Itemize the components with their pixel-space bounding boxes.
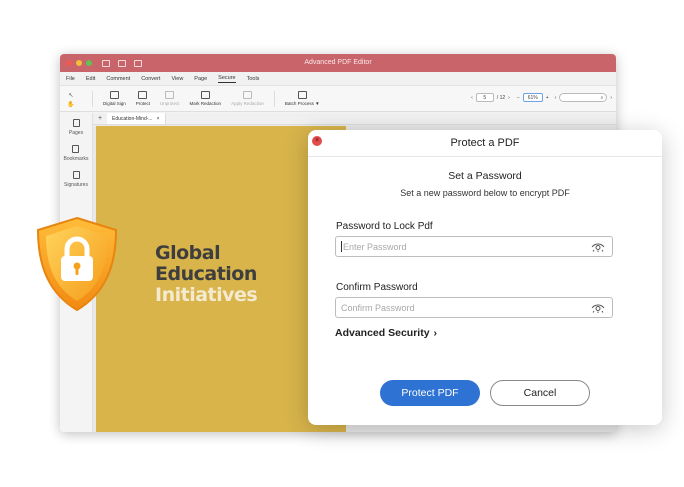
document-title-line: Initiatives [155, 284, 258, 306]
set-password-heading: Set a Password [448, 170, 522, 182]
document-tab[interactable]: Education-Mind-... × [107, 113, 166, 124]
add-tab-icon[interactable]: + [95, 115, 105, 122]
previous-page-icon[interactable]: ‹ [471, 95, 473, 101]
dialog-header: × Protect a PDF [308, 130, 662, 157]
password-input[interactable] [343, 241, 583, 252]
stage: Advanced PDF Editor File Edit Comment Co… [0, 0, 684, 487]
mark-redaction-button[interactable]: Mark Redaction [189, 91, 222, 106]
password-label: Password to Lock Pdf [336, 221, 433, 232]
hand-tool-icon[interactable]: ✋ [67, 101, 74, 108]
menu-convert[interactable]: Convert [141, 76, 160, 82]
close-dialog-button[interactable]: × [312, 136, 322, 146]
document-tab-label: Education-Mind-... [112, 115, 153, 122]
protect-pdf-dialog: × Protect a PDF Set a Password Set a new… [308, 130, 662, 425]
page-navigation: ‹ 5 / 12 › − 61% + ‹ ⌕ › [471, 93, 612, 102]
panel-left-icon[interactable]: ‹ [555, 95, 557, 101]
close-tab-icon[interactable]: × [157, 116, 160, 122]
digital-sign-button[interactable]: Digital Sign [103, 91, 126, 106]
protect-label: Protect [135, 101, 151, 106]
document-title-line: Education [155, 263, 257, 285]
digital-sign-icon [109, 91, 119, 99]
zoom-in-icon[interactable]: + [546, 95, 549, 101]
set-password-subheading: Set a new password below to encrypt PDF [400, 188, 570, 198]
unlock-icon [165, 91, 175, 99]
unprotect-label: Unprotect [160, 101, 180, 106]
mark-redaction-icon [200, 91, 210, 99]
protect-pdf-button[interactable]: Protect PDF [380, 380, 480, 406]
bookmark-icon [72, 145, 80, 153]
menu-page[interactable]: Page [194, 76, 207, 82]
shield-lock-icon [36, 216, 118, 312]
apply-redaction-icon [242, 91, 252, 99]
menu-file[interactable]: File [66, 76, 75, 82]
menu-view[interactable]: View [171, 76, 183, 82]
window-title: Advanced PDF Editor [304, 59, 372, 66]
page-number-input[interactable]: 5 [475, 93, 494, 102]
select-cursor-icon[interactable]: ↖ [68, 92, 73, 99]
zoom-out-icon[interactable]: − [517, 95, 520, 101]
confirm-password-field[interactable] [335, 297, 613, 318]
unprotect-button[interactable]: Unprotect [160, 91, 180, 106]
menu-tools[interactable]: Tools [247, 76, 260, 82]
batch-process-icon [297, 91, 307, 99]
confirm-password-label: Confirm Password [336, 282, 418, 293]
lock-icon [138, 91, 148, 99]
sidebar-item-pages[interactable]: Pages [69, 119, 83, 136]
menu-secure[interactable]: Secure [218, 75, 236, 83]
hide-password-icon[interactable] [591, 242, 605, 252]
password-field[interactable] [335, 236, 613, 257]
document-title-line: Global [155, 242, 221, 264]
document-tabs: + Education-Mind-... × [93, 113, 616, 125]
confirm-password-input[interactable] [341, 302, 581, 313]
apply-redaction-label: Apply Redaction [231, 101, 264, 106]
batch-process-label: Batch Process ▼ [284, 101, 320, 106]
toolbar: ↖ ✋ Digital Sign Protect Unprotect Mark … [60, 86, 616, 112]
advanced-security-label: Advanced Security [335, 327, 430, 339]
title-bar: Advanced PDF Editor [60, 54, 616, 72]
sidebar-item-label: Bookmarks [63, 156, 89, 162]
next-page-icon[interactable]: › [508, 95, 510, 101]
search-icon: ⌕ [600, 94, 604, 101]
panel-right-icon[interactable]: › [610, 95, 612, 101]
protect-button[interactable]: Protect [136, 91, 150, 106]
text-caret [341, 241, 342, 252]
signature-icon [72, 171, 80, 179]
sidebar-item-signatures[interactable]: Signatures [64, 171, 88, 188]
menu-bar: File Edit Comment Convert View Page Secu… [60, 72, 616, 86]
sidebar-item-bookmarks[interactable]: Bookmarks [63, 145, 89, 162]
menu-edit[interactable]: Edit [86, 76, 95, 82]
document-title: Global Education Initiatives [155, 242, 258, 306]
pages-icon [72, 119, 80, 127]
mark-redaction-label: Mark Redaction [189, 101, 222, 106]
dialog-title: Protect a PDF [450, 137, 520, 149]
apply-redaction-button[interactable]: Apply Redaction [231, 91, 264, 106]
sidebar-item-label: Pages [68, 130, 84, 136]
batch-process-button[interactable]: Batch Process ▼ [285, 91, 320, 106]
toolbar-divider [92, 90, 93, 107]
hide-password-icon[interactable] [591, 303, 605, 313]
sidebar-item-label: Signatures [64, 182, 88, 188]
menu-comment[interactable]: Comment [106, 76, 130, 82]
digital-sign-label: Digital Sign [103, 101, 126, 106]
chevron-right-icon: › [433, 327, 438, 339]
toolbar-divider [273, 90, 275, 107]
zoom-level-input[interactable]: 61% [522, 93, 543, 102]
advanced-security-link[interactable]: Advanced Security › [335, 327, 437, 339]
cancel-button[interactable]: Cancel [490, 380, 590, 406]
page-total: / 12 [496, 94, 506, 101]
search-input[interactable]: ⌕ [559, 93, 608, 102]
